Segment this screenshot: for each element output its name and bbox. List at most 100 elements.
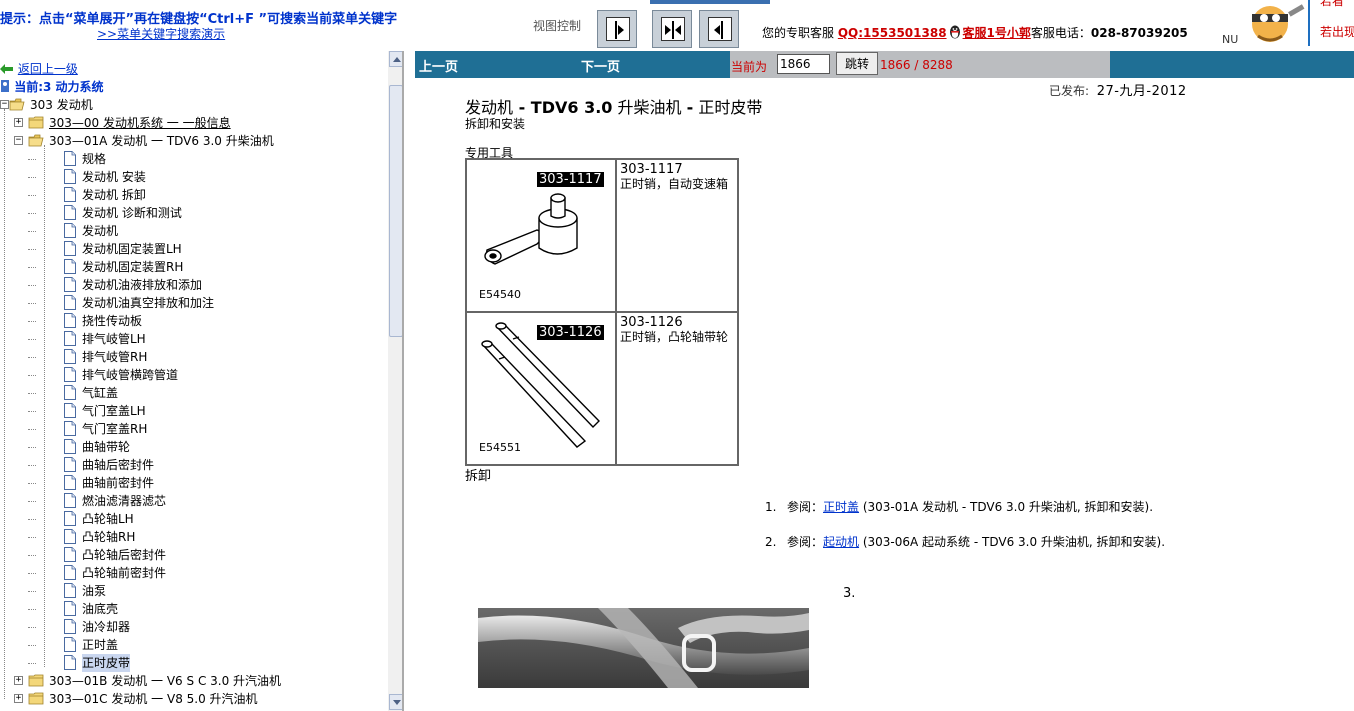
tree-leaf[interactable]: 凸轮轴RH	[0, 528, 390, 546]
page-count: 1866 / 8288	[880, 58, 953, 72]
tree-leaf[interactable]: 排气岐管RH	[0, 348, 390, 366]
view-split-button[interactable]	[652, 10, 692, 48]
tree-folder[interactable]: − 303 发动机	[0, 96, 390, 114]
tree-item-label: 发动机	[82, 224, 119, 238]
timing-cover-link[interactable]: 正时盖	[823, 500, 859, 514]
tree-leaf[interactable]: 油泵	[0, 582, 390, 600]
tree-item-label: 303—00 发动机系统 一 一般信息	[49, 116, 231, 130]
tree-leaf[interactable]: 发动机固定装置RH	[0, 258, 390, 276]
title-part-4: 正时皮带	[693, 98, 763, 117]
tree-leaf[interactable]: 凸轮轴后密封件	[0, 546, 390, 564]
expand-icon[interactable]: +	[14, 676, 23, 685]
tree-leaf[interactable]: 发动机	[0, 222, 390, 240]
special-tools-table: 303-1117 E54540 303-1117 正时销，自动变速箱 303-1…	[465, 158, 739, 466]
next-page-link[interactable]: 下一页	[581, 56, 620, 75]
nu-text: NU	[1222, 33, 1239, 46]
sidebar-scrollbar[interactable]	[388, 51, 402, 711]
view-expand-left-button[interactable]	[699, 10, 739, 48]
tree-item-label: 凸轮轴RH	[82, 530, 136, 544]
view-control-label: 视图控制	[533, 19, 582, 33]
tree-item-label: 发动机 诊断和测试	[82, 206, 182, 220]
right-advert[interactable]: 若看 若出现	[1308, 0, 1354, 46]
prev-page-link[interactable]: 上一页	[419, 56, 458, 75]
tree-leaf[interactable]: 发动机 诊断和测试	[0, 204, 390, 222]
tree-leaf[interactable]: 发动机 拆卸	[0, 186, 390, 204]
tree-leaf[interactable]: 正时皮带	[0, 654, 390, 672]
tree-leaf[interactable]: 气门室盖RH	[0, 420, 390, 438]
page-number-input[interactable]	[777, 54, 830, 74]
tree-item-label: 规格	[82, 152, 107, 166]
phone-label: 客服电话：	[1030, 26, 1091, 40]
tree-leaf[interactable]: 发动机油真空排放和加注	[0, 294, 390, 312]
search-demo-link[interactable]: >>菜单关键字搜索演示	[97, 25, 225, 42]
tree-item-label: 发动机油液排放和添加	[82, 278, 203, 292]
tool-image-cell: 303-1117 E54540	[465, 158, 617, 313]
qq-link[interactable]: QQ:1553501388	[838, 26, 947, 40]
goto-button[interactable]: 跳转	[836, 52, 878, 75]
step-number: 1.	[765, 500, 777, 514]
tree-leaf[interactable]: 燃油滤清器滤芯	[0, 492, 390, 510]
banner-accent-strip	[650, 0, 770, 4]
tree-item-label: 303 发动机	[30, 98, 93, 112]
qq-penguin-icon[interactable]	[947, 24, 963, 40]
tree-leaf[interactable]: 排气岐管LH	[0, 330, 390, 348]
top-banner: 提示：点击“菜单展开”再在键盘按“Ctrl+F ”可搜索当前菜单关键字 >>菜单…	[0, 0, 1354, 48]
tree-leaf[interactable]: 挠性传动板	[0, 312, 390, 330]
back-link[interactable]: 返回上一级	[18, 62, 78, 76]
published-date: 27-九月-2012	[1096, 84, 1187, 99]
scroll-up-arrow[interactable]	[389, 51, 402, 67]
tree-leaf[interactable]: 凸轮轴前密封件	[0, 564, 390, 582]
tree-item-label: 303—01B 发动机 一 V6 S C 3.0 升汽油机	[49, 674, 282, 688]
tree-item-label: 303—01A 发动机 一 TDV6 3.0 升柴油机	[49, 134, 274, 148]
tree-item-label: 发动机固定装置RH	[82, 260, 184, 274]
tree-leaf[interactable]: 排气岐管横跨管道	[0, 366, 390, 384]
tree-folder[interactable]: +303—00 发动机系统 一 一般信息	[0, 114, 390, 132]
expand-icon[interactable]: +	[14, 694, 23, 703]
tree-leaf[interactable]: 曲轴前密封件	[0, 474, 390, 492]
tree-folder[interactable]: − 303—01A 发动机 一 TDV6 3.0 升柴油机	[0, 132, 390, 150]
step-text: 参阅：正时盖 (303-01A 发动机 - TDV6 3.0 升柴油机, 拆卸和…	[787, 500, 1197, 515]
tree-item-label: 排气岐管RH	[82, 350, 148, 364]
phone-number: 028-87039205	[1090, 26, 1188, 40]
tree-leaf[interactable]: 油冷却器	[0, 618, 390, 636]
tree-folder[interactable]: +303—01C 发动机 一 V8 5.0 升汽油机	[0, 690, 390, 708]
tree-leaf[interactable]: 凸轮轴LH	[0, 510, 390, 528]
removal-heading: 拆卸	[465, 469, 492, 484]
expand-icon[interactable]: +	[14, 118, 23, 127]
service-agent-link[interactable]: 客服1号小郭	[963, 26, 1031, 40]
tree-item-label: 油冷却器	[82, 620, 131, 634]
tree-leaf[interactable]: 气缸盖	[0, 384, 390, 402]
mascot-logo	[1252, 4, 1305, 42]
tree-item-label: 发动机 拆卸	[82, 188, 146, 202]
tree-leaf[interactable]: 发动机 安装	[0, 168, 390, 186]
tree-item-label: 气门室盖RH	[82, 422, 148, 436]
tree-leaf[interactable]: 曲轴后密封件	[0, 456, 390, 474]
tree-leaf[interactable]: 曲轴带轮	[0, 438, 390, 456]
scroll-thumb[interactable]	[389, 85, 402, 337]
customer-service-prefix: 您的专职客服	[762, 26, 835, 40]
expand-left-icon	[714, 21, 723, 39]
tree-leaf[interactable]: 发动机固定装置LH	[0, 240, 390, 258]
published-label: 已发布:	[1049, 84, 1090, 98]
current-pointer-icon	[1, 80, 9, 92]
starter-link[interactable]: 起动机	[823, 535, 859, 549]
scroll-down-arrow[interactable]	[389, 694, 402, 710]
tree-leaf[interactable]: 发动机油液排放和添加	[0, 276, 390, 294]
collapse-icon[interactable]: −	[14, 136, 23, 145]
page-subtitle: 拆卸和安装	[465, 117, 526, 131]
collapse-icon[interactable]: −	[0, 100, 9, 109]
tree-folder[interactable]: +303—01B 发动机 一 V6 S C 3.0 升汽油机	[0, 672, 390, 690]
step-number: 2.	[765, 535, 777, 549]
tree-item-label: 凸轮轴LH	[82, 512, 134, 526]
view-expand-right-button[interactable]	[597, 10, 637, 48]
tree-item-label: 发动机 安装	[82, 170, 146, 184]
tree-item-label: 气缸盖	[82, 386, 119, 400]
tool-image-code: E54551	[479, 441, 521, 454]
tool-tag: 303-1126	[537, 325, 604, 340]
tree-item-label: 排气岐管横跨管道	[82, 368, 179, 382]
tree-leaf[interactable]: 油底壳	[0, 600, 390, 618]
back-row[interactable]: 返回上一级	[0, 60, 78, 77]
tree-leaf[interactable]: 正时盖	[0, 636, 390, 654]
tree-leaf[interactable]: 气门室盖LH	[0, 402, 390, 420]
tree-leaf[interactable]: 规格	[0, 150, 390, 168]
